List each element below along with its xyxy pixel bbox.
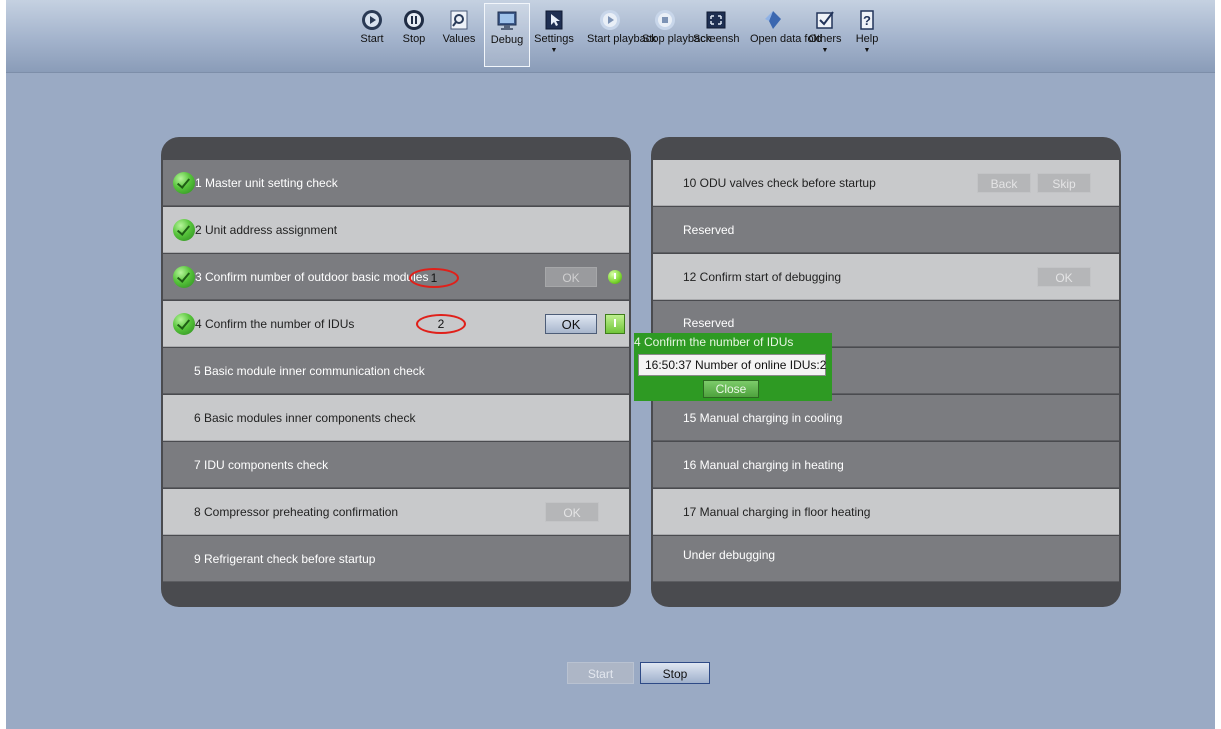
folder-open-icon <box>765 11 781 29</box>
step-row[interactable]: Under debugging <box>653 536 1119 582</box>
step-row[interactable]: 4 Confirm the number of IDUs 2 OK <box>163 301 629 347</box>
toolbar-others-button[interactable]: Others ▼ <box>802 3 848 67</box>
popup-message: 16:50:37 Number of online IDUs:2 <box>638 354 826 376</box>
app-window: Start Stop Values Debug Settings ▼ Start… <box>6 0 1215 729</box>
ok-button[interactable]: OK <box>545 267 597 287</box>
step-row[interactable]: 16 Manual charging in heating <box>653 442 1119 488</box>
step-row[interactable]: 6 Basic modules inner components check <box>163 395 629 441</box>
step-row[interactable]: 17 Manual charging in floor heating <box>653 489 1119 535</box>
step-row[interactable]: 9 Refrigerant check before startup <box>163 536 629 582</box>
step-row[interactable]: 3 Confirm number of outdoor basic module… <box>163 254 629 300</box>
check-icon <box>173 266 195 288</box>
annotation-marker: 1 <box>409 268 459 288</box>
toolbar-debug-button[interactable]: Debug <box>484 3 530 67</box>
svg-text:?: ? <box>863 13 871 28</box>
step-row[interactable]: Reserved <box>653 207 1119 253</box>
magnifier-icon <box>450 10 468 30</box>
step-row[interactable]: 1 Master unit setting check <box>163 160 629 206</box>
toolbar-screenshot-button[interactable]: Screensh <box>693 3 739 67</box>
chevron-down-icon: ▼ <box>821 47 829 54</box>
playback-stop-icon <box>655 10 675 30</box>
ok-button[interactable]: OK <box>545 314 597 334</box>
popup-title: 4 Confirm the number of IDUs <box>634 335 794 349</box>
step-row[interactable]: 15 Manual charging in cooling <box>653 395 1119 441</box>
cursor-icon <box>545 10 563 30</box>
toolbar-start-playback-button[interactable]: Start playback <box>587 3 657 67</box>
info-icon[interactable] <box>605 314 625 334</box>
idu-count-popup: 4 Confirm the number of IDUs 16:50:37 Nu… <box>634 333 832 401</box>
check-icon <box>173 172 195 194</box>
screenshot-icon <box>706 11 726 29</box>
ok-button[interactable]: OK <box>545 502 599 522</box>
step-row[interactable]: 10 ODU valves check before startup Back … <box>653 160 1119 206</box>
help-icon: ? <box>860 10 874 30</box>
skip-button[interactable]: Skip <box>1037 173 1091 193</box>
step-row[interactable]: 8 Compressor preheating confirmation OK <box>163 489 629 535</box>
chevron-down-icon: ▼ <box>863 47 871 54</box>
step-row[interactable]: 12 Confirm start of debugging OK <box>653 254 1119 300</box>
chevron-down-icon: ▼ <box>550 47 558 54</box>
checkbox-icon <box>816 11 834 29</box>
toolbar-stop-playback-button[interactable]: Stop playback <box>642 3 711 67</box>
pause-circle-icon <box>404 10 424 30</box>
toolbar: Start Stop Values Debug Settings ▼ Start… <box>6 0 1215 73</box>
popup-close-button[interactable]: Close <box>703 380 759 398</box>
back-button[interactable]: Back <box>977 173 1031 193</box>
bottom-stop-button[interactable]: Stop <box>640 662 710 684</box>
annotation-marker: 2 <box>416 314 466 334</box>
monitor-icon <box>497 11 517 30</box>
play-circle-icon <box>362 10 382 30</box>
toolbar-help-button[interactable]: ? Help ▼ <box>844 3 890 67</box>
bottom-start-button[interactable]: Start <box>567 662 634 684</box>
playback-start-icon <box>600 10 620 30</box>
toolbar-stop-button[interactable]: Stop <box>391 3 437 67</box>
check-icon <box>173 219 195 241</box>
ok-button[interactable]: OK <box>1037 267 1091 287</box>
left-steps-panel: 1 Master unit setting check 2 Unit addre… <box>161 137 631 607</box>
toolbar-open-data-folder-button[interactable]: Open data fold <box>750 3 822 67</box>
step-row[interactable]: 2 Unit address assignment <box>163 207 629 253</box>
toolbar-start-button[interactable]: Start <box>349 3 395 67</box>
toolbar-settings-button[interactable]: Settings ▼ <box>531 3 577 67</box>
toolbar-values-button[interactable]: Values <box>436 3 482 67</box>
step-row[interactable]: 7 IDU components check <box>163 442 629 488</box>
check-icon <box>173 313 195 335</box>
info-icon[interactable] <box>608 270 622 284</box>
step-row[interactable]: 5 Basic module inner communication check <box>163 348 629 394</box>
